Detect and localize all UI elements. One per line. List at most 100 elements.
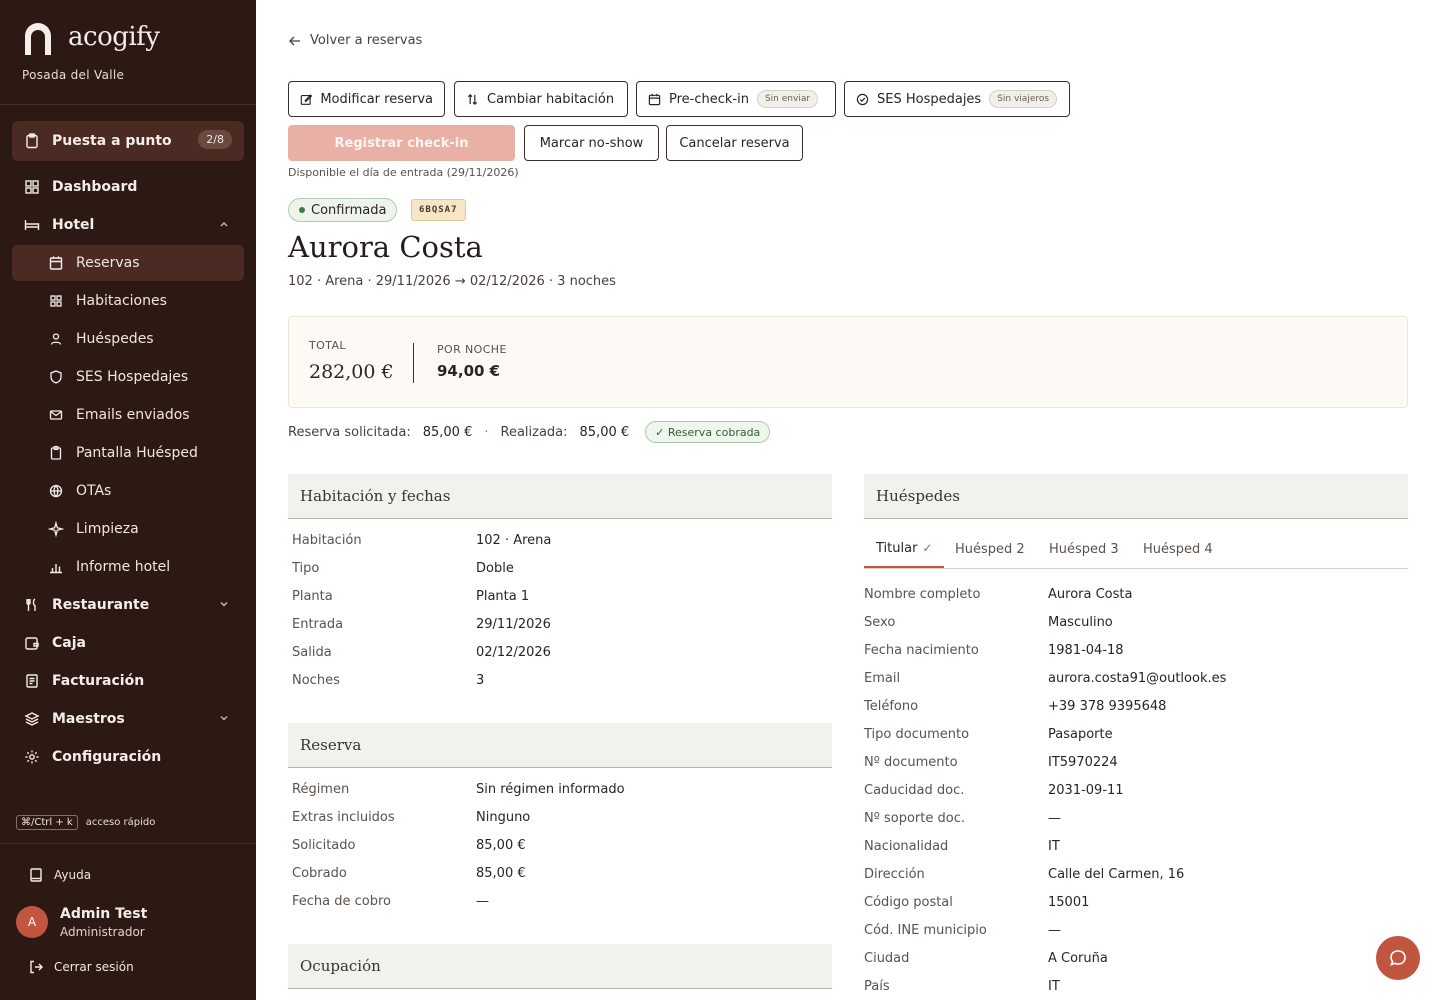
ine-code-label: Cód. INE municipio	[864, 923, 987, 938]
sidebar-item-label: Facturación	[52, 673, 145, 689]
doc-type-label: Tipo documento	[864, 727, 970, 742]
tab-huesped-4[interactable]: Huésped 4	[1131, 530, 1225, 568]
sparkle-icon	[48, 521, 64, 537]
totals-panel: TOTAL 282,00 € POR NOCHE 94,00 €	[288, 316, 1408, 408]
sidebar-item-hotel[interactable]: Hotel	[12, 207, 244, 243]
doc-support-value: —	[1048, 811, 1061, 826]
sidebar-item-label: Dashboard	[52, 179, 138, 195]
full-name-value: Aurora Costa	[1048, 587, 1133, 602]
page-title: Aurora Costa	[288, 230, 483, 264]
address-value: Calle del Carmen, 16	[1048, 867, 1185, 882]
gear-icon	[24, 749, 40, 765]
sidebar-item-configuracion[interactable]: Configuración	[12, 739, 244, 775]
full-name-label: Nombre completo	[864, 587, 981, 602]
status-dot-icon	[299, 207, 305, 213]
charged-label: Cobrado	[292, 866, 347, 881]
doc-expiry-value: 2031-09-11	[1048, 783, 1124, 798]
clipboard-icon	[24, 133, 40, 149]
sidebar-item-emails-enviados[interactable]: Emails enviados	[12, 397, 244, 433]
edit-icon	[300, 93, 313, 105]
sidebar-item-label: Maestros	[52, 711, 125, 727]
shortcut-label: acceso rápido	[85, 817, 156, 828]
doc-number-value: IT5970224	[1048, 755, 1118, 770]
sidebar-item-pantalla-huesped[interactable]: Pantalla Huésped	[12, 435, 244, 471]
sex-value: Masculino	[1048, 615, 1113, 630]
status-label: Confirmada	[311, 202, 387, 218]
sidebar-item-restaurante[interactable]: Restaurante	[12, 587, 244, 623]
birthdate-label: Fecha nacimiento	[864, 643, 979, 658]
sidebar-item-maestros[interactable]: Maestros	[12, 701, 244, 737]
birthdate-value: 1981-04-18	[1048, 643, 1124, 658]
chat-button[interactable]	[1376, 936, 1420, 980]
sidebar-item-facturacion[interactable]: Facturación	[12, 663, 244, 699]
status-badge: Confirmada	[288, 198, 398, 222]
guest-tabs: Titular ✓ Huésped 2 Huésped 3 Huésped 4	[864, 530, 1408, 569]
tab-huesped-2[interactable]: Huésped 2	[943, 530, 1037, 568]
doc-type-value: Pasaporte	[1048, 727, 1113, 742]
no-show-button[interactable]: Marcar no-show	[524, 125, 659, 161]
checkin-button[interactable]: Registrar check-in	[288, 125, 515, 161]
doc-support-label: Nº soporte doc.	[864, 811, 965, 826]
check-icon: ✓	[922, 541, 933, 555]
payment-summary: Reserva solicitada: 85,00 € · Realizada:…	[288, 421, 771, 443]
cancel-reservation-button[interactable]: Cancelar reserva	[666, 125, 803, 161]
sidebar-item-informe-hotel[interactable]: Informe hotel	[12, 549, 244, 585]
chevron-down-icon	[220, 716, 228, 721]
avatar[interactable]: A	[16, 906, 48, 938]
user-name: Admin Test	[60, 906, 148, 922]
help-link[interactable]: Ayuda	[28, 867, 91, 883]
tab-huesped-3[interactable]: Huésped 3	[1037, 530, 1131, 568]
sidebar-item-label: Reservas	[76, 255, 140, 271]
invoice-icon	[24, 673, 40, 689]
logout-button[interactable]: Cerrar sesión	[28, 959, 134, 975]
sidebar-divider	[0, 843, 256, 844]
checkin-hint: Disponible el día de entrada (29/11/2026…	[288, 166, 519, 179]
city-label: Ciudad	[864, 951, 910, 966]
country-label: País	[864, 979, 890, 994]
per-night-label: POR NOCHE	[437, 343, 507, 356]
nationality-value: IT	[1048, 839, 1060, 854]
change-room-button[interactable]: Cambiar habitación	[454, 81, 628, 117]
sidebar-item-label: Caja	[52, 635, 86, 651]
chat-bubble-icon	[1390, 950, 1406, 966]
requested-row-label: Solicitado	[292, 838, 356, 853]
requested-row-value: 85,00 €	[476, 838, 526, 853]
country-value: IT	[1048, 979, 1060, 994]
modify-reservation-button[interactable]: Modificar reserva	[288, 81, 445, 117]
type-label: Tipo	[292, 561, 320, 576]
logout-label: Cerrar sesión	[54, 960, 134, 974]
sidebar-item-otas[interactable]: OTAs	[12, 473, 244, 509]
sidebar-item-habitaciones[interactable]: Habitaciones	[12, 283, 244, 319]
done-label: Realizada:	[500, 424, 568, 440]
sidebar-item-label: Limpieza	[76, 521, 139, 537]
sidebar-item-ses-hospedajes[interactable]: SES Hospedajes	[12, 359, 244, 395]
ses-hospedajes-button[interactable]: SES Hospedajes Sin viajeros	[844, 81, 1070, 117]
phone-value: +39 378 9395648	[1048, 699, 1167, 714]
fork-knife-icon	[24, 597, 40, 613]
totals-divider	[413, 343, 414, 383]
back-link[interactable]: Volver a reservas	[288, 33, 422, 48]
calendar-icon	[648, 93, 661, 105]
type-value: Doble	[476, 561, 514, 576]
requested-value: 85,00 €	[422, 424, 473, 440]
clipboard-icon	[48, 445, 64, 461]
ine-code-value: —	[1048, 923, 1061, 938]
globe-icon	[48, 483, 64, 499]
sidebar-item-puesta-a-punto[interactable]: Puesta a punto 2/8	[12, 121, 244, 161]
checkout-date-label: Salida	[292, 645, 332, 660]
grid-icon	[24, 179, 40, 195]
sidebar-item-huespedes[interactable]: Huéspedes	[12, 321, 244, 357]
tab-titular[interactable]: Titular ✓	[864, 530, 945, 568]
room-value: 102 · Arena	[476, 533, 552, 548]
sidebar-item-dashboard[interactable]: Dashboard	[12, 169, 244, 205]
nights-value: 3	[476, 673, 485, 688]
done-value: 85,00 €	[579, 424, 630, 440]
sidebar-item-reservas[interactable]: Reservas	[12, 245, 244, 281]
bed-icon	[24, 217, 40, 233]
precheckin-button[interactable]: Pre-check-in Sin enviar	[636, 81, 836, 117]
tab-label: Titular	[876, 540, 918, 556]
room-card-header: Habitación y fechas	[288, 474, 832, 519]
sidebar-item-limpieza[interactable]: Limpieza	[12, 511, 244, 547]
sidebar-item-caja[interactable]: Caja	[12, 625, 244, 661]
button-label: Pre-check-in	[669, 91, 749, 107]
